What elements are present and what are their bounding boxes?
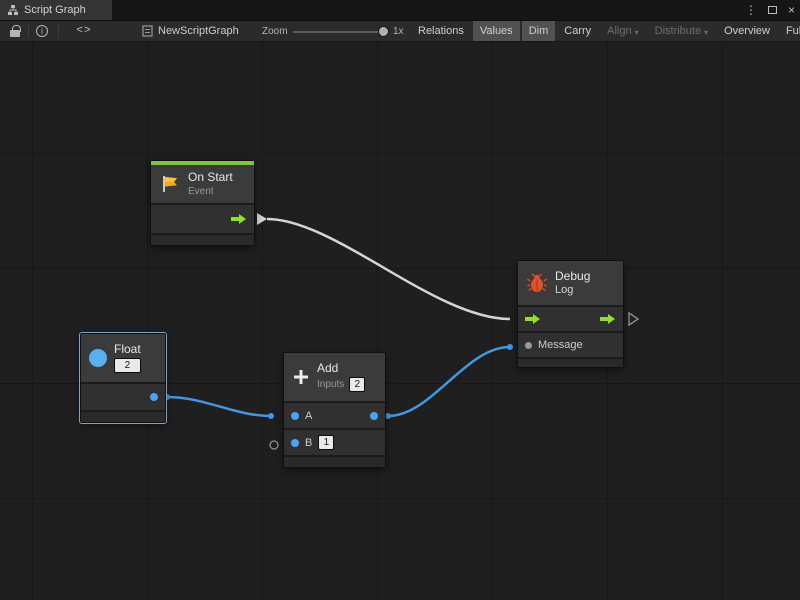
node-footer	[81, 410, 165, 422]
tab-bar: Script Graph ⋮ ×	[0, 0, 800, 20]
input-a-port[interactable]	[291, 412, 299, 420]
port-row	[151, 203, 254, 233]
node-title: Debug	[555, 270, 590, 283]
port-row	[81, 382, 165, 410]
node-footer	[151, 233, 254, 245]
graph-toolbar: i <> NewScriptGraph Zoom 1x Relations Va…	[0, 20, 800, 42]
node-footer	[518, 357, 623, 367]
toolbar-buttons: Relations Values Dim Carry Align ▾ Distr…	[410, 21, 800, 41]
close-icon[interactable]: ×	[788, 3, 795, 17]
overview-button[interactable]: Overview	[717, 21, 777, 41]
node-header: Debug Log	[518, 261, 623, 305]
float-icon	[89, 349, 107, 367]
distribute-label: Distribute	[655, 25, 701, 37]
graph-asset-icon	[142, 25, 153, 37]
toolbar-divider	[58, 24, 59, 38]
edit-code-button[interactable]: <>	[68, 21, 100, 41]
message-label: Message	[538, 339, 583, 351]
input-b-port[interactable]	[291, 439, 299, 447]
node-header: Add Inputs 2	[284, 353, 385, 401]
wire-end-dot	[507, 344, 513, 350]
script-graph-tab-icon	[7, 4, 19, 16]
values-button[interactable]: Values	[473, 21, 520, 41]
window-controls: ⋮ ×	[745, 0, 795, 20]
tab-script-graph[interactable]: Script Graph	[0, 0, 112, 20]
code-icon: <>	[76, 25, 91, 37]
zoom-slider-handle[interactable]	[378, 26, 389, 37]
node-on-start[interactable]: On Start Event	[150, 160, 255, 246]
control-wire-start-arrow	[257, 213, 267, 225]
wires-layer	[0, 42, 800, 600]
plus-icon	[292, 368, 310, 386]
float-output-port[interactable]	[150, 393, 158, 401]
lock-button[interactable]	[6, 21, 24, 41]
node-subtitle: Inputs	[317, 379, 344, 390]
flag-icon	[159, 174, 181, 194]
inputs-count-field[interactable]: 2	[349, 377, 365, 392]
node-subtitle: Event	[188, 186, 233, 197]
node-footer	[284, 455, 385, 467]
dim-button[interactable]: Dim	[522, 21, 556, 41]
unity-script-graph-window: Script Graph ⋮ × i <> NewScriptGraph Zoo…	[0, 0, 800, 600]
control-port-row	[518, 305, 623, 331]
graph-asset[interactable]: NewScriptGraph	[142, 21, 239, 41]
inspect-button[interactable]: i	[32, 21, 52, 41]
input-b-label: B	[305, 437, 312, 449]
align-button[interactable]: Align ▾	[600, 21, 645, 41]
zoom-slider-track[interactable]	[293, 31, 387, 33]
port-row-b: B 1	[284, 428, 385, 455]
float-value-field[interactable]: 2	[114, 358, 141, 373]
graph-canvas[interactable]: On Start Event	[0, 42, 800, 600]
menu-icon[interactable]: ⋮	[745, 3, 757, 17]
control-wire-onstart-to-log[interactable]	[267, 219, 510, 319]
message-port-row: Message	[518, 331, 623, 357]
carry-button[interactable]: Carry	[557, 21, 598, 41]
info-icon: i	[36, 25, 48, 37]
value-wire-add-to-log[interactable]	[388, 347, 510, 416]
zoom-label: Zoom	[262, 21, 288, 41]
sum-output-port[interactable]	[370, 412, 378, 420]
bug-icon	[526, 272, 548, 294]
unconnected-control-output-indicator	[629, 313, 638, 325]
message-input-port[interactable]	[525, 342, 532, 349]
toolbar-divider	[28, 24, 29, 38]
value-wire-float-to-add[interactable]	[167, 397, 271, 416]
node-subtitle: Log	[555, 285, 590, 296]
wire-end-dot	[268, 413, 274, 419]
unconnected-value-input-indicator	[270, 441, 278, 449]
control-input-port[interactable]	[525, 313, 541, 325]
node-header: On Start Event	[151, 165, 254, 203]
control-output-port[interactable]	[231, 213, 247, 225]
align-label: Align	[607, 25, 631, 37]
relations-button[interactable]: Relations	[411, 21, 471, 41]
distribute-button[interactable]: Distribute ▾	[648, 21, 715, 41]
chevron-down-icon: ▾	[704, 28, 708, 37]
node-title: Add	[317, 362, 365, 375]
maximize-icon[interactable]	[768, 6, 777, 14]
node-float[interactable]: Float 2	[80, 333, 166, 423]
port-row-a: A	[284, 401, 385, 428]
zoom-value: 1x	[393, 21, 404, 41]
chevron-down-icon: ▾	[635, 28, 639, 37]
node-add[interactable]: Add Inputs 2 A B 1	[283, 352, 386, 468]
input-a-label: A	[305, 410, 312, 422]
node-header: Float 2	[81, 334, 165, 382]
node-title: Float	[114, 343, 141, 356]
full-screen-button[interactable]: Full Screen	[779, 21, 800, 41]
input-b-value-field[interactable]: 1	[318, 435, 334, 450]
lock-icon	[10, 30, 20, 37]
node-debug-log[interactable]: Debug Log Message	[517, 260, 624, 368]
node-title: On Start	[188, 171, 233, 184]
control-output-port[interactable]	[600, 313, 616, 325]
tab-title: Script Graph	[24, 4, 86, 16]
graph-name: NewScriptGraph	[158, 25, 239, 37]
